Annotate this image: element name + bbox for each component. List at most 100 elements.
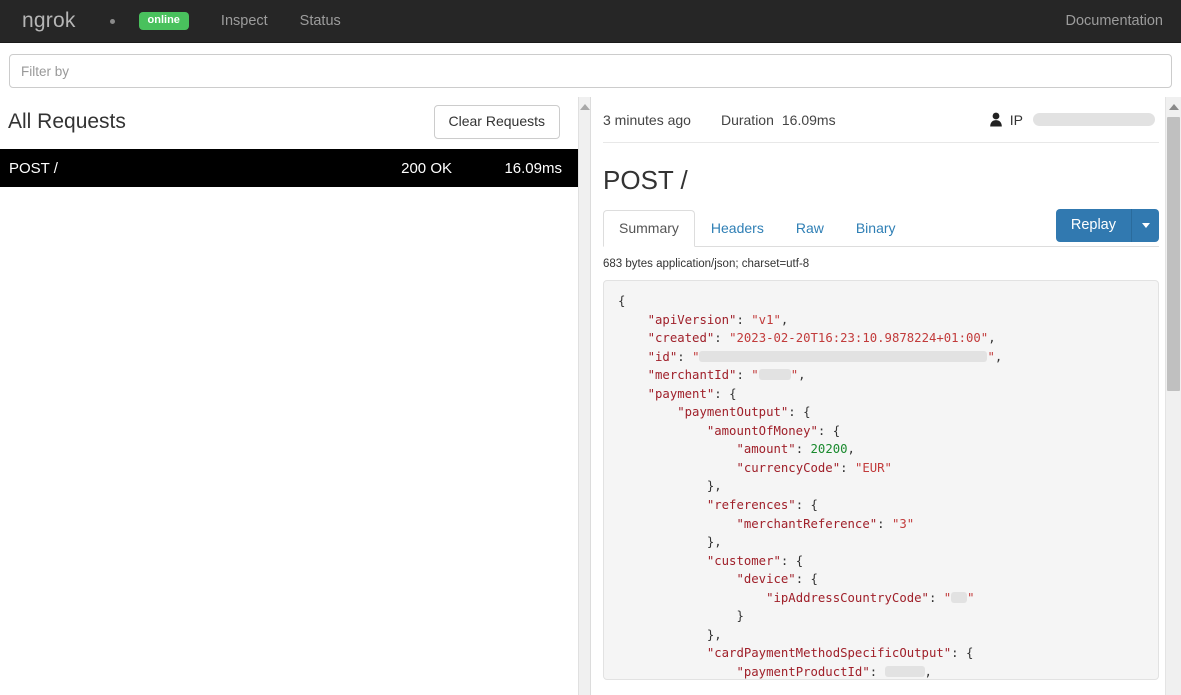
json-line: "merchantId": " ", bbox=[618, 366, 1144, 385]
json-key: "id" bbox=[647, 349, 678, 364]
json-line: }, bbox=[618, 477, 1144, 496]
main-split: All Requests Clear Requests POST / 200 OK… bbox=[0, 97, 1181, 695]
json-punc: : { bbox=[714, 386, 737, 401]
json-punc: : bbox=[677, 349, 693, 364]
json-key: "payment" bbox=[647, 386, 715, 401]
json-line: "paymentOutput": { bbox=[618, 403, 1144, 422]
status-dot-icon bbox=[109, 18, 115, 24]
json-key: "created" bbox=[647, 331, 715, 346]
tab-binary[interactable]: Binary bbox=[840, 210, 912, 247]
json-str: " bbox=[943, 590, 952, 605]
request-method-path: POST / bbox=[9, 159, 58, 177]
json-line: "ipAddressCountryCode": " " bbox=[618, 589, 1144, 608]
json-line: "paymentProductId": , bbox=[618, 663, 1144, 679]
tab-summary[interactable]: Summary bbox=[603, 210, 695, 247]
json-line: "cardPaymentMethodSpecificOutput": { bbox=[618, 644, 1144, 663]
json-line: "customer": { bbox=[618, 552, 1144, 571]
json-punc: : bbox=[714, 331, 730, 346]
detail-scrollbar[interactable] bbox=[1165, 97, 1181, 695]
json-punc: } bbox=[736, 609, 744, 624]
json-str: " bbox=[987, 349, 995, 364]
json-punc: , bbox=[847, 442, 855, 457]
json-line: { bbox=[618, 292, 1144, 311]
requests-panel-header: All Requests Clear Requests bbox=[0, 97, 578, 147]
ip-value-redacted bbox=[1033, 113, 1155, 126]
tab-raw[interactable]: Raw bbox=[780, 210, 840, 247]
scroll-up-arrow-icon[interactable] bbox=[580, 104, 590, 110]
json-punc: , bbox=[780, 312, 789, 327]
request-status: 200 OK bbox=[401, 159, 452, 177]
json-str: "2023-02-20T16:23:10.9878224+01:00" bbox=[729, 331, 989, 346]
json-punc: }, bbox=[706, 627, 722, 642]
json-str: "v1" bbox=[751, 312, 781, 327]
replay-button[interactable]: Replay bbox=[1055, 209, 1131, 242]
request-timestamp: 3 minutes ago bbox=[603, 111, 691, 128]
json-line: "references": { bbox=[618, 496, 1144, 515]
redacted-value bbox=[758, 369, 791, 381]
nav-link-status[interactable]: Status bbox=[300, 9, 341, 33]
json-key: "device" bbox=[736, 572, 796, 587]
json-punc: : { bbox=[788, 405, 811, 420]
json-key: "paymentOutput" bbox=[677, 405, 789, 420]
json-punc: }, bbox=[706, 535, 722, 550]
duration-label: Duration bbox=[720, 111, 774, 128]
json-key: "amount" bbox=[736, 442, 796, 457]
request-list: POST / 200 OK 16.09ms bbox=[0, 149, 578, 187]
json-line: "merchantReference": "3" bbox=[618, 515, 1144, 534]
json-punc: : bbox=[928, 590, 944, 605]
person-icon bbox=[989, 112, 1002, 127]
json-punc: : bbox=[736, 312, 752, 327]
request-title: POST / bbox=[603, 165, 688, 195]
detail-tabs: Summary Headers Raw Binary Replay bbox=[603, 209, 1159, 247]
json-str: " bbox=[967, 590, 975, 605]
json-punc: , bbox=[994, 349, 1003, 364]
json-str: " bbox=[692, 349, 700, 364]
json-line: "currencyCode": "EUR" bbox=[618, 459, 1144, 478]
online-status-badge: online bbox=[138, 12, 189, 30]
nav-link-inspect[interactable]: Inspect bbox=[221, 9, 268, 33]
scrollbar-thumb[interactable] bbox=[1167, 117, 1180, 391]
json-punc: : { bbox=[795, 572, 818, 587]
redacted-value bbox=[951, 591, 968, 603]
json-key: "paymentProductId" bbox=[736, 664, 870, 679]
top-navbar: ngrok online Inspect Status Documentatio… bbox=[0, 0, 1181, 43]
json-punc: , bbox=[988, 331, 996, 346]
tab-headers[interactable]: Headers bbox=[695, 210, 780, 247]
filter-input[interactable] bbox=[9, 54, 1172, 88]
json-line: "amountOfMoney": { bbox=[618, 422, 1144, 441]
redacted-value bbox=[699, 350, 988, 362]
json-punc: , bbox=[924, 664, 932, 679]
json-punc: : bbox=[877, 516, 892, 531]
ip-label: IP bbox=[1009, 111, 1023, 128]
json-line: "id": " ", bbox=[618, 348, 1144, 367]
request-list-item[interactable]: POST / 200 OK 16.09ms bbox=[0, 149, 578, 187]
json-punc: : bbox=[736, 368, 752, 383]
replay-dropdown-button[interactable] bbox=[1131, 209, 1159, 242]
chevron-down-icon bbox=[1141, 223, 1150, 228]
json-key: "merchantReference" bbox=[736, 516, 878, 531]
json-punc: : { bbox=[951, 646, 974, 661]
clear-requests-button[interactable]: Clear Requests bbox=[433, 105, 560, 139]
json-key: "apiVersion" bbox=[647, 312, 737, 327]
filter-bar bbox=[0, 43, 1181, 97]
replay-button-group: Replay bbox=[1055, 209, 1159, 242]
json-key: "amountOfMoney" bbox=[706, 423, 818, 438]
json-key: "ipAddressCountryCode" bbox=[766, 590, 929, 605]
request-duration: 16.09ms bbox=[504, 159, 562, 177]
json-key: "customer" bbox=[706, 553, 781, 568]
duration-value: 16.09ms bbox=[781, 111, 836, 128]
scroll-up-arrow-icon[interactable] bbox=[1169, 104, 1179, 110]
json-line: "payment": { bbox=[618, 385, 1144, 404]
json-key: "merchantId" bbox=[647, 368, 737, 383]
json-line: }, bbox=[618, 626, 1144, 645]
documentation-link[interactable]: Documentation bbox=[1065, 13, 1163, 29]
json-line: "device": { bbox=[618, 570, 1144, 589]
json-str: " bbox=[790, 368, 799, 383]
json-punc: : { bbox=[795, 498, 818, 513]
ip-group: IP bbox=[989, 112, 1155, 128]
json-punc: : bbox=[869, 664, 885, 679]
json-key: "currencyCode" bbox=[736, 460, 841, 475]
ngrok-logo[interactable]: ngrok bbox=[22, 9, 76, 33]
requests-scrollbar[interactable] bbox=[578, 97, 591, 695]
content-type-label: 683 bytes application/json; charset=utf-… bbox=[603, 258, 810, 270]
